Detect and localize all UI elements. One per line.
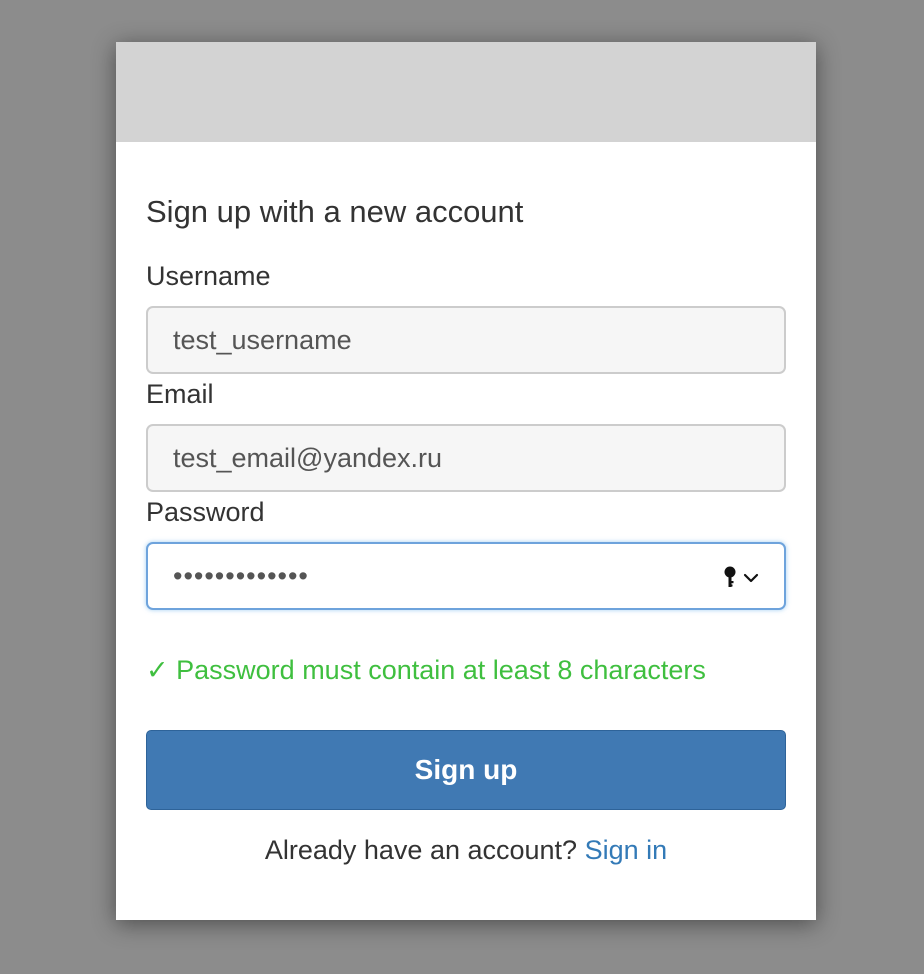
chevron-down-icon — [742, 565, 760, 591]
sign-in-prompt: Already have an account? Sign in — [116, 834, 816, 866]
key-icon — [722, 565, 738, 591]
sign-in-prompt-text: Already have an account? — [264, 835, 578, 865]
form-title: Sign up with a new account — [146, 194, 524, 229]
signup-dialog: Sign up with a new account Username Emai… — [116, 42, 816, 920]
password-manager-button[interactable] — [722, 565, 762, 591]
password-label: Password — [146, 497, 265, 527]
password-input[interactable] — [146, 542, 786, 610]
password-validation-message: ✓ Password must contain at least 8 chara… — [146, 654, 706, 686]
check-icon: ✓ — [146, 655, 169, 685]
sign-up-button[interactable]: Sign up — [146, 730, 786, 810]
validation-text: Password must contain at least 8 charact… — [176, 655, 706, 685]
dialog-header-banner — [116, 42, 816, 142]
email-input[interactable] — [146, 424, 786, 492]
username-input[interactable] — [146, 306, 786, 374]
username-label: Username — [146, 261, 271, 291]
sign-in-link[interactable]: Sign in — [585, 835, 668, 865]
email-label: Email — [146, 379, 214, 409]
